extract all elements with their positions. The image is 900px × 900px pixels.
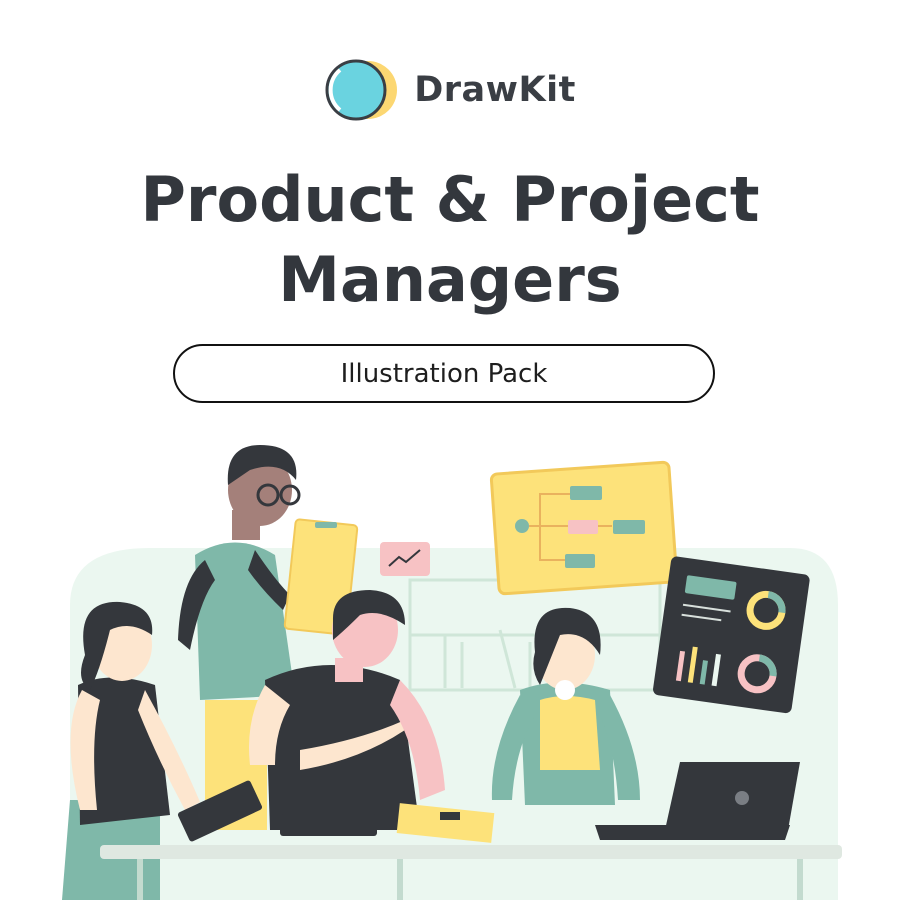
drawkit-logo-icon (325, 59, 398, 121)
flowchart-board-icon (489, 460, 679, 596)
page-title: Product & Project Managers (0, 160, 900, 320)
brand-name: DrawKit (414, 70, 576, 110)
subtitle-badge: Illustration Pack (173, 344, 715, 403)
keyboard-pad (280, 814, 377, 836)
team-illustration (62, 445, 842, 900)
dashboard-monitor-icon (653, 556, 810, 714)
trend-chart-icon (380, 542, 430, 576)
title-line-1: Product & Project (140, 163, 760, 236)
brand-header: DrawKit (0, 58, 900, 122)
title-line-2: Managers (278, 243, 622, 316)
